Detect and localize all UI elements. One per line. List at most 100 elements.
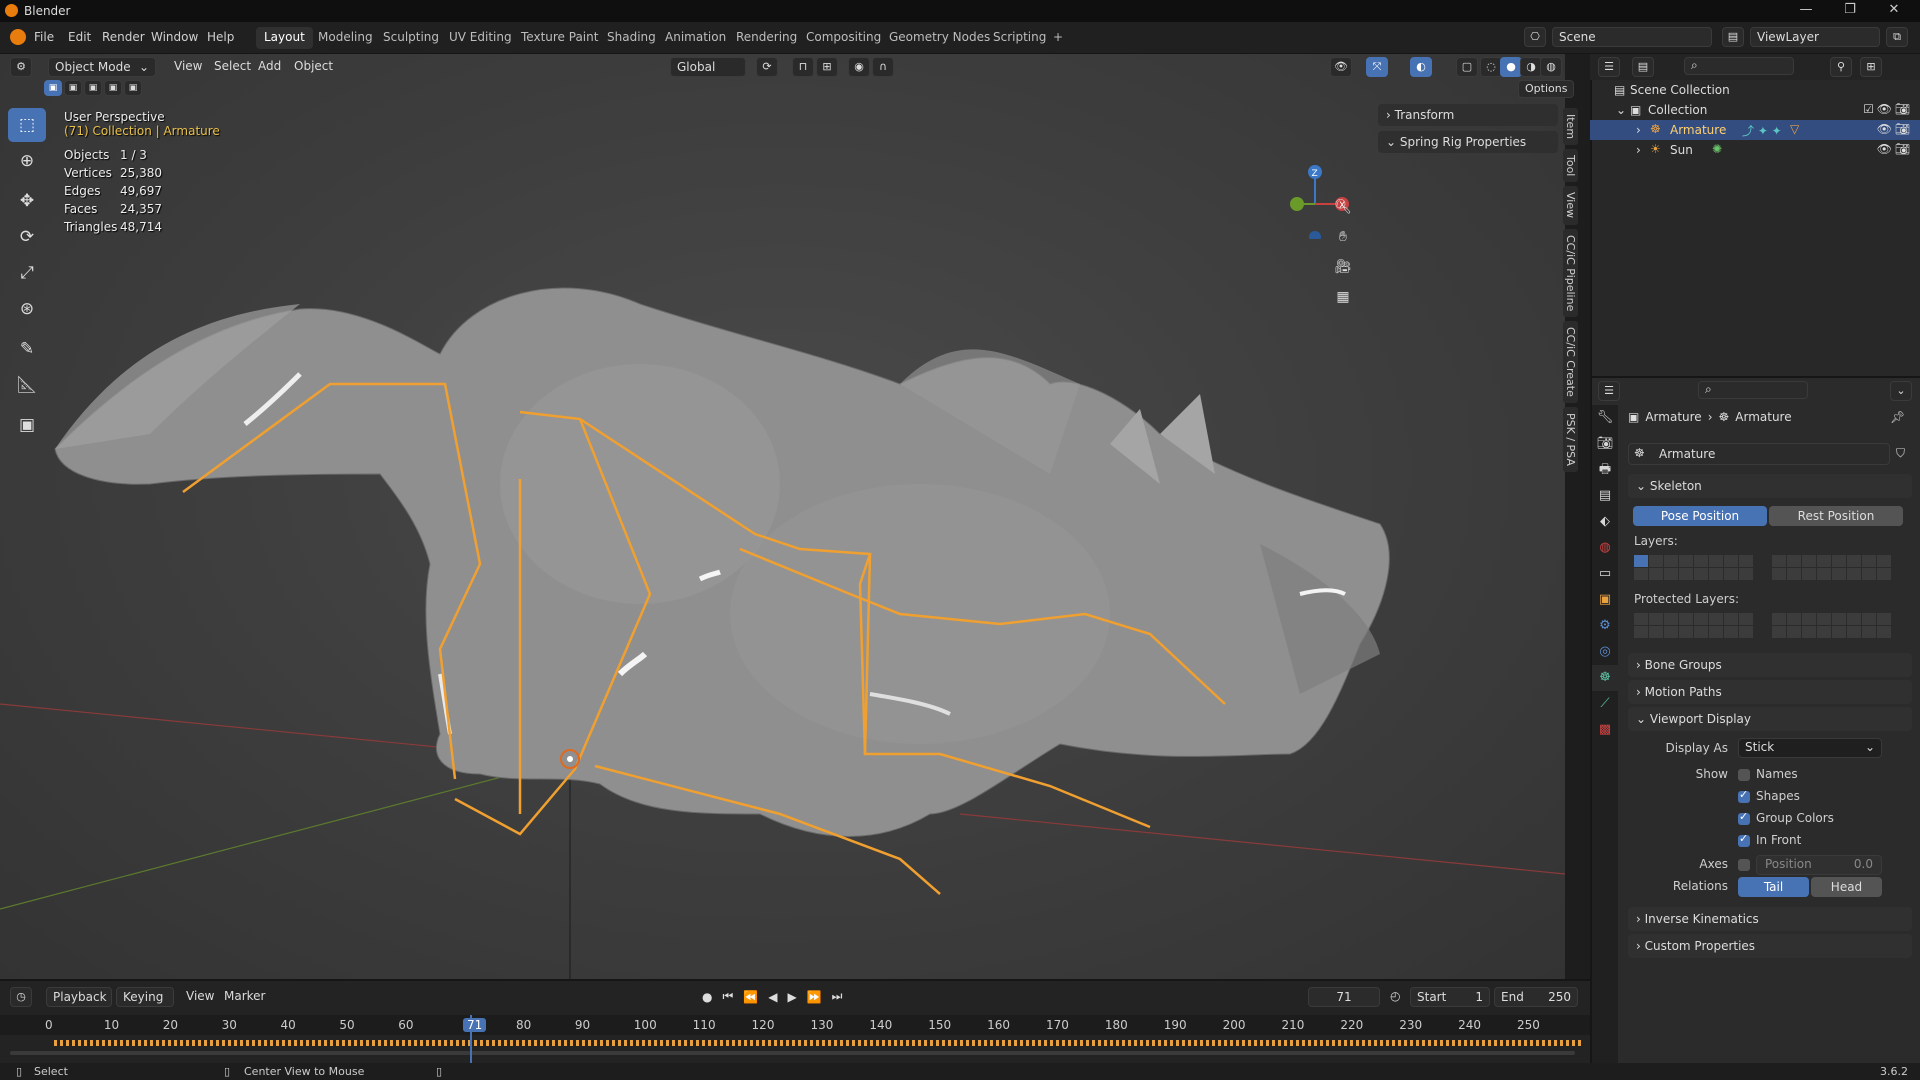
proportional-editing-icon[interactable]: ◉ xyxy=(848,57,870,77)
render-tab-icon[interactable]: 📷︎ xyxy=(1592,431,1618,457)
pivot-point-icon[interactable]: ⟳ xyxy=(756,57,778,77)
select-new-icon[interactable]: ▣ xyxy=(44,80,62,96)
view-layer-tab-icon[interactable]: ▤ xyxy=(1592,483,1618,509)
menu-file[interactable]: File xyxy=(34,30,54,44)
viewport-display-panel-header[interactable]: ⌄ Viewport Display xyxy=(1628,707,1912,731)
select-intersect-icon[interactable]: ▣ xyxy=(124,80,142,96)
view-layer-icon[interactable]: ▤ xyxy=(1722,27,1744,47)
marker-menu[interactable]: Marker xyxy=(218,987,271,1007)
snap-icon[interactable]: ⊓ xyxy=(792,57,814,77)
protected-layers-grid-left[interactable] xyxy=(1634,613,1753,638)
tab-compositing[interactable]: Compositing xyxy=(798,27,889,49)
outliner-item-sun[interactable]: › ☀ Sun ✺ 👁︎ 📷︎ xyxy=(1590,140,1920,160)
maximize-button[interactable]: ❐ xyxy=(1830,2,1870,20)
options-dropdown[interactable]: Options xyxy=(1518,80,1575,98)
end-frame-field[interactable]: End 250 xyxy=(1494,987,1578,1007)
tab-geometry-nodes[interactable]: Geometry Nodes xyxy=(881,27,998,49)
outliner-item-armature[interactable]: › ☸ Armature ⤴ ✦ ✦ ▽ 👁︎ 📷︎ xyxy=(1590,120,1920,140)
menu-add[interactable]: Add xyxy=(252,57,287,77)
sidebar-tab-item[interactable]: Item xyxy=(1563,108,1578,146)
view-layer-field[interactable]: ViewLayer xyxy=(1750,27,1880,47)
outliner-editor-type-icon[interactable]: ☰ xyxy=(1598,57,1620,77)
filter-icon[interactable]: ⚲ xyxy=(1830,57,1852,77)
overlays-toggle-icon[interactable]: ◐ xyxy=(1410,57,1432,77)
layers-grid-right[interactable] xyxy=(1772,555,1891,580)
editor-type-icon[interactable]: ⚙ xyxy=(10,57,32,77)
next-keyframe-icon[interactable]: ⏩ xyxy=(807,990,822,1004)
bone-tab-icon[interactable]: ⟋ xyxy=(1592,691,1618,717)
names-checkbox[interactable] xyxy=(1738,769,1750,781)
protected-layers-grid-right[interactable] xyxy=(1772,613,1891,638)
annotate-tool-icon[interactable]: ✎ xyxy=(8,332,46,366)
pan-hand-icon[interactable]: ✋︎ xyxy=(1330,224,1356,250)
axes-checkbox[interactable] xyxy=(1738,859,1750,871)
pose-position-button[interactable]: Pose Position xyxy=(1633,506,1767,526)
tab-modeling[interactable]: Modeling xyxy=(310,27,381,49)
play-icon[interactable]: ▶ xyxy=(787,990,796,1004)
sidebar-tab-psk-psa[interactable]: PSK / PSA xyxy=(1563,406,1578,472)
armature-datablock-field[interactable]: Armature xyxy=(1628,443,1890,465)
group-colors-checkbox[interactable] xyxy=(1738,810,1750,825)
collection-tab-icon[interactable]: ▭ xyxy=(1592,561,1618,587)
start-frame-field[interactable]: Start 1 xyxy=(1410,987,1490,1007)
eye-icon[interactable]: 👁︎ xyxy=(1877,142,1892,156)
texture-tab-icon[interactable]: ▩ xyxy=(1592,717,1618,743)
measure-tool-icon[interactable]: 📐︎ xyxy=(8,368,46,402)
play-reverse-icon[interactable]: ◀ xyxy=(768,990,777,1004)
tab-texture-paint[interactable]: Texture Paint xyxy=(513,27,606,49)
tab-animation[interactable]: Animation xyxy=(657,27,734,49)
prev-keyframe-icon[interactable]: ⏪ xyxy=(743,990,758,1004)
tab-scripting[interactable]: Scripting xyxy=(985,27,1054,49)
scene-selector-icon[interactable]: ⎔ xyxy=(1524,27,1546,47)
fake-user-icon[interactable]: ⛉ xyxy=(1896,446,1905,461)
close-window-button[interactable]: ✕ xyxy=(1874,2,1914,20)
properties-editor-type-icon[interactable]: ☰ xyxy=(1598,381,1620,401)
add-cube-tool-icon[interactable]: ▣ xyxy=(8,408,46,442)
select-subtract-icon[interactable]: ▣ xyxy=(84,80,102,96)
physics-tab-icon[interactable]: ◎ xyxy=(1592,639,1618,665)
new-view-layer-icon[interactable]: ⧉ xyxy=(1886,27,1908,47)
rest-position-button[interactable]: Rest Position xyxy=(1769,506,1903,526)
relations-tail-button[interactable]: Tail xyxy=(1738,877,1809,897)
eye-icon[interactable]: 👁︎ xyxy=(1877,122,1892,136)
stopwatch-icon[interactable]: ◴ xyxy=(1390,989,1400,1003)
jump-end-icon[interactable]: ⏭ xyxy=(832,989,843,1004)
perspective-toggle-icon[interactable]: ▦ xyxy=(1330,284,1356,310)
transform-panel-header[interactable]: › Transform xyxy=(1378,104,1558,126)
transform-orientation-dropdown[interactable]: Global xyxy=(670,57,746,77)
gizmo-toggle-icon[interactable]: ⤧ xyxy=(1366,57,1388,77)
move-tool-icon[interactable]: ✥ xyxy=(8,184,46,218)
output-tab-icon[interactable]: 🖶︎ xyxy=(1592,457,1618,483)
keying-menu[interactable]: Keying xyxy=(116,987,174,1007)
rendered-shading-icon[interactable]: ◍ xyxy=(1540,57,1562,77)
outliner-collection[interactable]: ⌄ ▣ Collection ☑ 👁︎ 📷︎ xyxy=(1590,100,1920,120)
blender-menu-icon[interactable] xyxy=(10,29,26,45)
custom-properties-panel-header[interactable]: › Custom Properties xyxy=(1628,934,1912,958)
transform-tool-icon[interactable]: ⊛ xyxy=(8,292,46,326)
current-frame-field[interactable]: 71 xyxy=(1308,987,1380,1007)
solid-shading-icon[interactable]: ● xyxy=(1500,57,1522,77)
rotate-tool-icon[interactable]: ⟳ xyxy=(8,220,46,254)
snap-target-icon[interactable]: ⊞ xyxy=(816,57,838,77)
layers-grid-left[interactable] xyxy=(1634,555,1753,580)
relations-head-button[interactable]: Head xyxy=(1811,877,1882,897)
tab-shading[interactable]: Shading xyxy=(599,27,664,49)
scene-name-field[interactable]: Scene xyxy=(1552,27,1712,47)
xray-toggle-icon[interactable]: ▢ xyxy=(1456,57,1478,77)
record-icon[interactable]: ● xyxy=(702,990,712,1004)
pin-icon[interactable]: 📌︎ xyxy=(1890,410,1905,424)
falloff-icon[interactable]: ∩ xyxy=(872,57,894,77)
sidebar-tab-tool[interactable]: Tool xyxy=(1563,149,1578,183)
menu-view[interactable]: View xyxy=(168,57,208,77)
skeleton-panel-header[interactable]: ⌄ Skeleton xyxy=(1628,474,1912,498)
spring-rig-panel-header[interactable]: ⌄ Spring Rig Properties xyxy=(1378,131,1558,153)
select-extend-icon[interactable]: ▣ xyxy=(64,80,82,96)
properties-search-input[interactable]: ⌕ xyxy=(1698,381,1808,399)
select-invert-icon[interactable]: ▣ xyxy=(104,80,122,96)
tool-tab-icon[interactable]: 🔧︎ xyxy=(1592,405,1618,431)
scale-tool-icon[interactable]: ⤢ xyxy=(8,256,46,290)
timeline-editor-type-icon[interactable]: ◷ xyxy=(10,987,32,1007)
zoom-icon[interactable]: 🔍︎ xyxy=(1330,194,1356,220)
menu-select[interactable]: Select xyxy=(208,57,257,77)
menu-help[interactable]: Help xyxy=(207,30,234,44)
